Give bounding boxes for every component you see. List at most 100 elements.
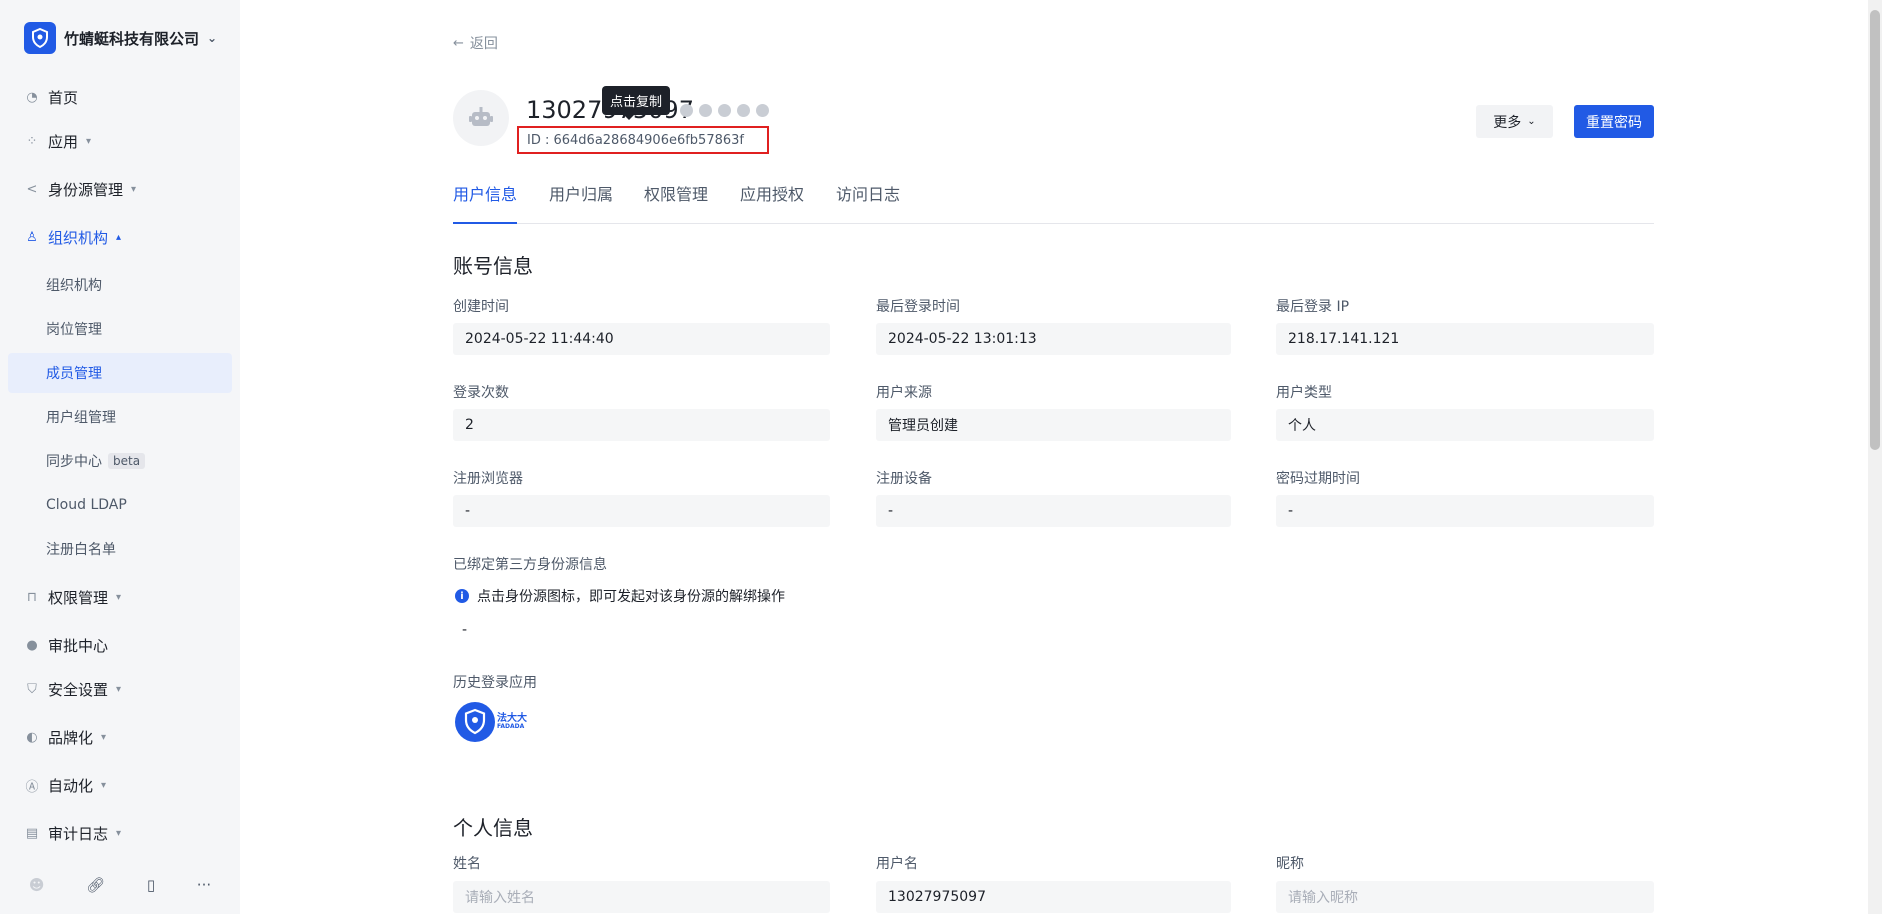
sidebar-item-cloud-ldap[interactable]: Cloud LDAP <box>8 485 232 525</box>
tab-app-auth[interactable]: 应用授权 <box>740 180 804 222</box>
more-button[interactable]: 更多 ⌄ <box>1476 105 1553 138</box>
fadada-wordmark: 法大大 FADADA <box>497 714 527 730</box>
back-link[interactable]: ← 返回 <box>453 33 498 53</box>
tab-user-belonging[interactable]: 用户归属 <box>549 180 613 222</box>
avatar-icon[interactable]: ☻ <box>29 876 45 894</box>
field-label: 用户类型 <box>1276 385 1332 401</box>
field-value: - <box>1276 495 1654 527</box>
field-value: - <box>876 495 1231 527</box>
org-name: 竹蜻蜓科技有限公司 <box>64 29 200 48</box>
sidebar-footer: ☻ 🔗︎ ▯ ··· <box>0 870 240 900</box>
chevron-up-icon: ▴ <box>116 231 122 243</box>
nav-security[interactable]: ⛉ 安全设置 ▾ <box>8 669 232 709</box>
link-icon[interactable]: 🔗︎ <box>86 876 105 894</box>
nav-home[interactable]: ◔ 首页 <box>8 77 232 117</box>
status-icon <box>718 104 731 117</box>
sidebar: 竹蜻蜓科技有限公司 ⌄ ◔ 首页 ⁘ 应用 ▾ < 身份源管理 ▾ ♙ 组织机构… <box>0 0 240 914</box>
app-subname: FADADA <box>497 723 525 730</box>
sub-label: 用户组管理 <box>46 410 116 426</box>
lock-icon: ⊓ <box>26 589 38 605</box>
field-label: 用户来源 <box>876 385 932 401</box>
nav-label: 自动化 <box>48 776 94 795</box>
sub-label: 同步中心 <box>46 454 102 470</box>
nav-approval[interactable]: ● 审批中心 <box>8 625 232 665</box>
field-value: 218.17.141.121 <box>1276 323 1654 355</box>
nav-identity-source[interactable]: < 身份源管理 ▾ <box>8 169 232 209</box>
field-label: 昵称 <box>1276 856 1304 872</box>
bound-sources-tip: i 点击身份源图标，即可发起对该身份源的解绑操作 <box>455 586 785 606</box>
user-icon: ● <box>26 637 38 653</box>
sidebar-item-whitelist[interactable]: 注册白名单 <box>8 529 232 569</box>
fadada-logo-icon <box>455 702 495 742</box>
field-value: 2024-05-22 13:01:13 <box>876 323 1231 355</box>
sidebar-item-user-groups[interactable]: 用户组管理 <box>8 397 232 437</box>
tab-bar: 用户信息 用户归属 权限管理 应用授权 访问日志 <box>453 180 1654 224</box>
status-icon <box>737 104 750 117</box>
chevron-down-icon: ▾ <box>116 827 122 839</box>
more-icon[interactable]: ··· <box>197 876 211 894</box>
status-icon <box>680 104 693 117</box>
tab-access-log[interactable]: 访问日志 <box>836 180 900 222</box>
log-icon: ▤ <box>25 825 39 841</box>
chevron-down-icon: ▾ <box>116 683 122 695</box>
fadada-app-logo[interactable]: 法大大 FADADA <box>455 702 529 742</box>
shield-icon: ⛉ <box>27 681 37 697</box>
field-label: 创建时间 <box>453 299 509 315</box>
org-switcher[interactable]: 竹蜻蜓科技有限公司 ⌄ <box>24 22 217 54</box>
more-label: 更多 <box>1493 114 1522 131</box>
sidebar-item-sync-center[interactable]: 同步中心 beta <box>8 441 232 481</box>
account-section-title: 账号信息 <box>453 254 533 278</box>
sub-label: 组织机构 <box>46 278 102 294</box>
chevron-down-icon: ⌄ <box>1527 116 1536 127</box>
chevron-down-icon: ▾ <box>101 731 107 743</box>
tab-permissions[interactable]: 权限管理 <box>644 180 708 222</box>
field-label: 姓名 <box>453 856 481 872</box>
scrollbar[interactable] <box>1868 0 1882 914</box>
nav-organization[interactable]: ♙ 组织机构 ▴ <box>8 217 232 257</box>
nav-label: 身份源管理 <box>48 180 124 199</box>
username-input[interactable]: 13027975097 <box>876 881 1231 913</box>
nav-label: 审批中心 <box>48 636 109 655</box>
palette-icon: ◐ <box>26 729 38 745</box>
book-icon[interactable]: ▯ <box>147 876 155 894</box>
chevron-down-icon: ▾ <box>131 183 137 195</box>
sidebar-item-positions[interactable]: 岗位管理 <box>8 309 232 349</box>
name-input[interactable]: 请输入姓名 <box>453 881 830 913</box>
copy-tooltip: 点击复制 <box>602 86 671 120</box>
nav-automation[interactable]: Ⓐ 自动化 ▾ <box>8 765 232 805</box>
automation-icon: Ⓐ <box>25 779 39 795</box>
user-avatar <box>453 90 509 146</box>
nickname-input[interactable]: 请输入昵称 <box>1276 881 1654 913</box>
nav-audit-log[interactable]: ▤ 审计日志 ▾ <box>8 813 232 853</box>
nav-apps[interactable]: ⁘ 应用 ▾ <box>8 121 232 161</box>
nav-branding[interactable]: ◐ 品牌化 ▾ <box>8 717 232 757</box>
field-value: - <box>453 495 830 527</box>
field-value: 2024-05-22 11:44:40 <box>453 323 830 355</box>
chevron-down-icon: ▾ <box>101 779 107 791</box>
nav-label: 权限管理 <box>48 588 109 607</box>
chevron-down-icon: ▾ <box>116 591 122 603</box>
nav-label: 应用 <box>48 132 79 151</box>
robot-icon <box>469 107 493 126</box>
field-label: 用户名 <box>876 856 918 872</box>
sub-label: 岗位管理 <box>46 322 102 338</box>
user-id-copy[interactable]: ID : 664d6a28684906e6fb57863f <box>517 126 769 154</box>
nav-permissions[interactable]: ⊓ 权限管理 ▾ <box>8 577 232 617</box>
tab-user-info[interactable]: 用户信息 <box>453 180 518 224</box>
field-label: 最后登录 IP <box>1276 299 1350 315</box>
scrollbar-thumb[interactable] <box>1870 10 1880 450</box>
status-icon <box>756 104 769 117</box>
nav-label: 安全设置 <box>48 680 109 699</box>
sidebar-item-members[interactable]: 成员管理 <box>8 353 232 393</box>
field-label: 注册设备 <box>876 471 932 487</box>
bound-sources-value: - <box>462 622 468 638</box>
nav-label: 审计日志 <box>48 824 109 843</box>
beta-badge: beta <box>108 453 146 469</box>
share-icon: < <box>26 181 38 197</box>
sidebar-item-org[interactable]: 组织机构 <box>8 265 232 305</box>
field-label: 最后登录时间 <box>876 299 960 315</box>
back-label: 返回 <box>469 36 498 52</box>
org-icon: ♙ <box>26 229 38 245</box>
nav-label: 首页 <box>48 88 79 107</box>
reset-password-button[interactable]: 重置密码 <box>1574 105 1654 138</box>
